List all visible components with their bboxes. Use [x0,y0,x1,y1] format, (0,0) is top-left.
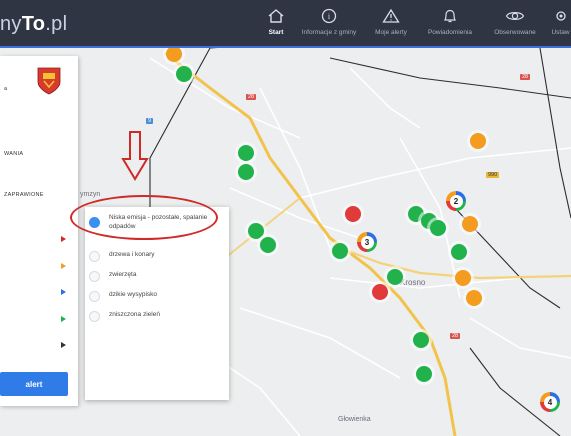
sidebar-line: a [4,86,8,92]
category-arrow[interactable] [61,316,66,322]
nav-item-start[interactable]: Start [262,0,290,46]
dropdown-option[interactable]: dzikie wysypisko [85,287,229,307]
radio-icon [89,271,100,282]
report-marker[interactable] [455,270,471,286]
cluster-marker[interactable]: 3 [357,232,377,252]
report-marker[interactable] [462,216,478,232]
cluster-marker[interactable]: 4 [540,392,560,412]
report-marker[interactable] [238,164,254,180]
report-marker[interactable] [413,332,429,348]
road-number: 990 [486,172,500,178]
brand-logo[interactable]: nyTo.pl [0,13,67,36]
road-number: 28 [520,74,531,80]
report-marker[interactable] [345,206,361,222]
nav-item-obserwowane[interactable]: Obserwowane [487,0,543,46]
category-arrow[interactable] [61,236,66,242]
dropdown-option-label: dzikie wysypisko [109,291,158,298]
radio-icon [89,251,100,262]
report-marker[interactable] [260,237,276,253]
category-arrow[interactable] [61,263,66,269]
report-marker[interactable] [176,66,192,82]
bell-icon [444,9,456,23]
nav-label: Start [268,29,284,36]
eye-icon [505,12,525,20]
report-marker[interactable] [332,243,348,259]
sidebar-panel: a WANIA ZAPRAWIONE alert [0,56,78,406]
cluster-count: 2 [449,194,463,208]
add-alert-button[interactable]: alert [0,372,68,396]
nav-item-powiadomienia[interactable]: Powiadomienia [424,0,476,46]
annotation-ellipse [70,195,218,240]
nav-item-ustawienia[interactable]: Ustaw [550,0,571,46]
place-label: Głowienka [338,416,371,423]
report-marker[interactable] [248,223,264,239]
report-marker[interactable] [238,145,254,161]
road-number: 28 [450,333,461,339]
dropdown-option-label: zniszczona zieleń [109,311,160,318]
annotation-arrow-icon [121,131,149,181]
report-marker[interactable] [416,366,432,382]
cluster-count: 3 [360,235,374,249]
sidebar-line: ZAPRAWIONE [4,192,44,198]
nav-label: Informacje z gminy [301,29,357,36]
nav-label: Moje alerty [375,29,407,36]
report-marker[interactable] [387,269,403,285]
dropdown-option-label: zwierzęta [109,271,137,278]
report-marker[interactable] [466,290,482,306]
warning-icon [382,8,400,23]
radio-icon [89,291,100,302]
place-label: ymzyn [80,191,101,198]
home-icon [268,9,284,23]
nav-label: Ustaw [551,29,570,36]
dropdown-option[interactable]: zniszczona zieleń [85,307,229,327]
dropdown-option-label: drzewa i konary [109,251,155,258]
nav-item-informacje[interactable]: i Informacje z gminy [296,0,362,46]
sidebar-line: WANIA [4,151,24,157]
cluster-marker[interactable]: 2 [446,191,466,211]
road-number: 28 [246,94,257,100]
category-arrow[interactable] [61,342,66,348]
info-icon: i [321,8,337,24]
report-marker[interactable] [372,284,388,300]
svg-text:i: i [328,12,331,21]
report-marker[interactable] [430,220,446,236]
report-marker[interactable] [470,133,486,149]
top-navigation-bar: nyTo.pl Start i Informacje z gminy Moje … [0,0,571,48]
dropdown-option[interactable]: zwierzęta [85,267,229,287]
road-number: 9 [146,118,154,124]
dropdown-option[interactable]: drzewa i konary [85,247,229,267]
nav-label: Obserwowane [494,29,536,36]
cluster-count: 4 [543,395,557,409]
nav-item-moje-alerty[interactable]: Moje alerty [368,0,414,46]
place-label: Krosno [400,278,426,287]
category-arrow[interactable] [61,289,66,295]
radio-icon [89,311,100,322]
report-marker[interactable] [451,244,467,260]
municipality-crest [37,67,61,95]
settings-icon [555,11,566,21]
nav-label: Powiadomienia [427,29,473,36]
